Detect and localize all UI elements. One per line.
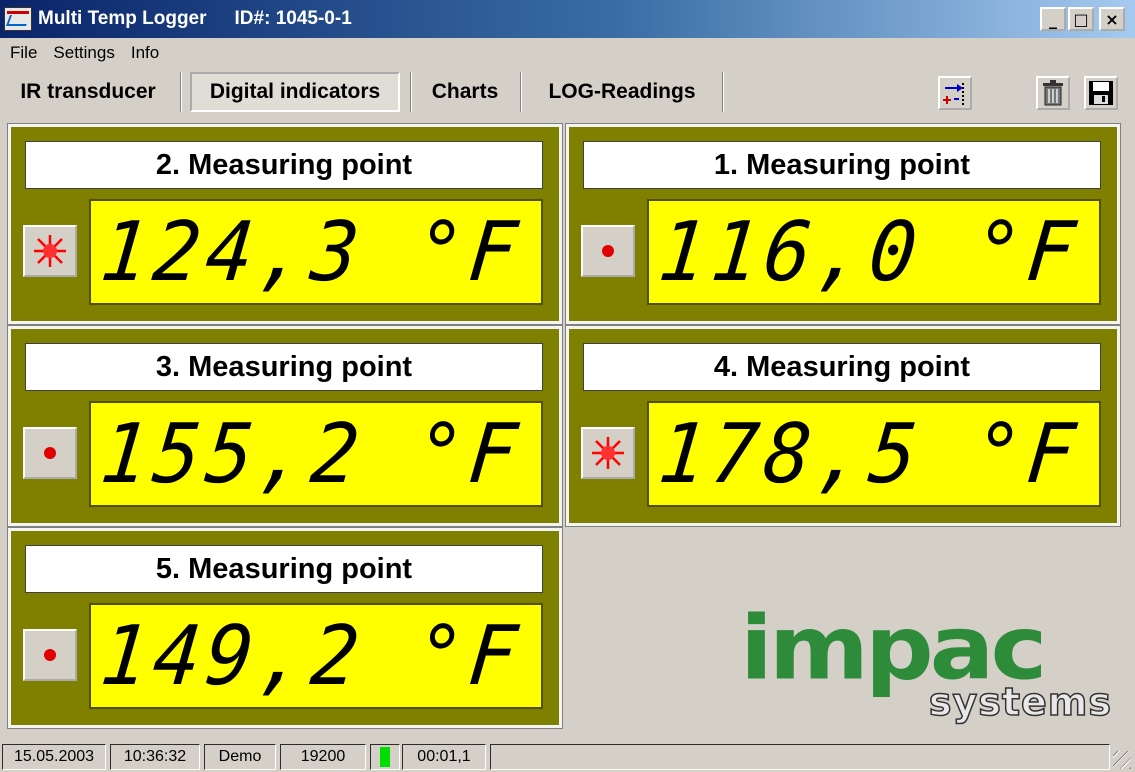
alarm-indicator-button[interactable] [23,225,77,277]
measuring-point-panel-1: 1. Measuring point 116,0 °F [565,123,1121,325]
temperature-display: 155,2 °F [89,401,543,507]
temperature-display: 178,5 °F [647,401,1101,507]
status-mode: Demo [204,744,276,770]
title-bar: Multi Temp Logger ID#: 1045-0-1 _ □ × [0,0,1135,38]
status-empty [490,744,1110,770]
status-indicator-button[interactable] [23,629,77,681]
logo-main-text: impac [740,596,1047,700]
temperature-value: 155,2 °F [96,406,527,502]
status-dot-icon [44,649,56,661]
status-indicator-button[interactable] [23,427,77,479]
temperature-value: 124,3 °F [96,204,527,300]
status-indicator-button[interactable] [581,225,635,277]
temperature-display: 149,2 °F [89,603,543,709]
tab-divider [722,72,724,112]
measuring-point-label: 3. Measuring point [25,343,543,391]
status-led [370,744,400,770]
transfer-button[interactable] [938,76,972,110]
status-dot-icon [44,447,56,459]
menu-info[interactable]: Info [131,43,159,63]
maximize-button[interactable]: □ [1068,7,1094,31]
measuring-point-label: 1. Measuring point [583,141,1101,189]
measuring-point-panel-4: 4. Measuring point 178,5 °F [565,325,1121,527]
alarm-sun-icon [592,437,624,469]
tab-log-readings[interactable]: LOG-Readings [530,72,714,112]
temperature-display: 124,3 °F [89,199,543,305]
alarm-indicator-button[interactable] [581,427,635,479]
delete-button[interactable] [1036,76,1070,110]
measuring-point-panel-3: 3. Measuring point 155,2 °F [7,325,563,527]
impac-logo: impac systems [740,596,1120,725]
menu-bar: File Settings Info [0,40,161,66]
measuring-point-label: 4. Measuring point [583,343,1101,391]
status-time: 10:36:32 [110,744,200,770]
measuring-point-panel-5: 5. Measuring point 149,2 °F [7,527,563,729]
logo-sub-text: systems [928,679,1112,725]
save-icon [1089,81,1113,105]
resize-grip[interactable] [1113,751,1131,769]
trash-icon [1043,80,1063,106]
app-icon[interactable] [4,7,32,31]
menu-file[interactable]: File [10,43,37,63]
temperature-value: 178,5 °F [654,406,1085,502]
measuring-point-label: 5. Measuring point [25,545,543,593]
tab-bar: IR transducer Digital indicators Charts … [0,68,1135,116]
tab-ir-transducer[interactable]: IR transducer [4,72,172,112]
minimize-button[interactable]: _ [1040,7,1066,31]
connection-led-icon [380,747,390,767]
status-date: 15.05.2003 [2,744,106,770]
menu-settings[interactable]: Settings [53,43,114,63]
device-id: ID#: 1045-0-1 [234,8,352,29]
temperature-value: 116,0 °F [654,204,1085,300]
tab-charts[interactable]: Charts [418,72,512,112]
save-button[interactable] [1084,76,1118,110]
close-button[interactable]: × [1099,7,1125,31]
temperature-display: 116,0 °F [647,199,1101,305]
status-elapsed: 00:01,1 [402,744,486,770]
temperature-value: 149,2 °F [96,608,527,704]
status-bar: 15.05.2003 10:36:32 Demo 19200 00:01,1 [0,742,1135,772]
status-dot-icon [602,245,614,257]
tab-divider [180,72,182,112]
window-title: Multi Temp Logger [38,8,207,29]
tab-divider [410,72,412,112]
status-baud: 19200 [280,744,366,770]
alarm-sun-icon [34,235,66,267]
measuring-point-panel-2: 2. Measuring point 124,3 °F [7,123,563,325]
tab-digital-indicators[interactable]: Digital indicators [190,72,400,112]
tab-divider [520,72,522,112]
measuring-point-label: 2. Measuring point [25,141,543,189]
transfer-icon [943,83,964,105]
